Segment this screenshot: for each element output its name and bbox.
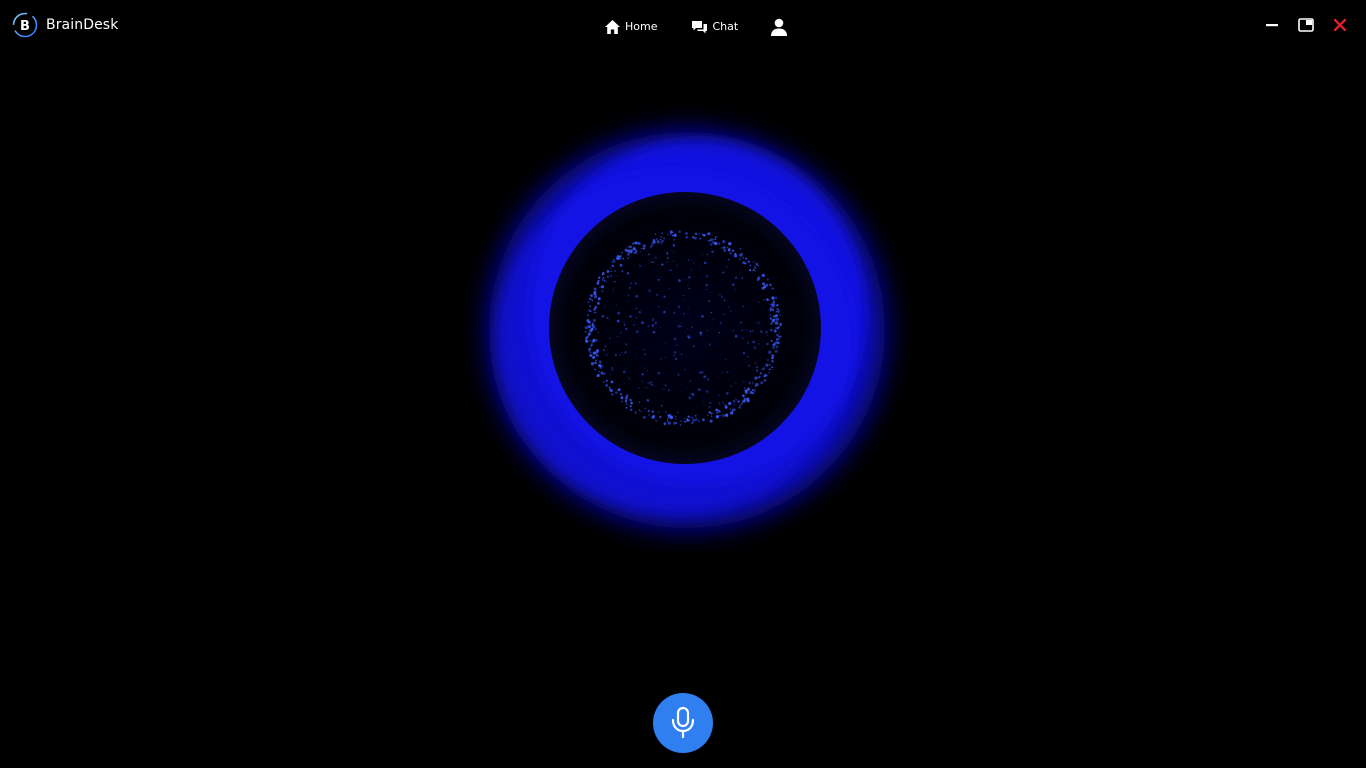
- svg-text:B: B: [20, 19, 30, 34]
- brand: B BrainDesk: [12, 12, 118, 38]
- nav-home-label: Home: [625, 20, 658, 33]
- chat-bubbles-icon: [691, 20, 708, 35]
- window-controls: [1264, 14, 1348, 36]
- microphone-button[interactable]: [653, 693, 713, 753]
- title-bar: B BrainDesk Home Chat: [0, 0, 1366, 50]
- profile-button[interactable]: [770, 17, 788, 37]
- close-button[interactable]: [1332, 17, 1348, 33]
- voice-orb-visualizer: [435, 80, 935, 580]
- user-icon: [770, 17, 788, 37]
- close-icon: [1333, 18, 1347, 32]
- minimize-icon: [1265, 18, 1279, 32]
- brand-logo-icon: B: [12, 12, 38, 38]
- restore-button[interactable]: [1298, 17, 1314, 33]
- nav-chat-button[interactable]: Chat: [691, 20, 738, 35]
- nav-home-button[interactable]: Home: [604, 19, 657, 35]
- nav-chat-label: Chat: [712, 20, 739, 33]
- minimize-button[interactable]: [1264, 17, 1280, 33]
- microphone-icon: [669, 706, 697, 740]
- app-window: B BrainDesk Home Chat: [0, 0, 1366, 768]
- home-icon: [604, 19, 621, 35]
- app-title: BrainDesk: [46, 17, 119, 33]
- restore-icon: [1298, 18, 1314, 32]
- top-navigation: Home Chat: [604, 14, 788, 40]
